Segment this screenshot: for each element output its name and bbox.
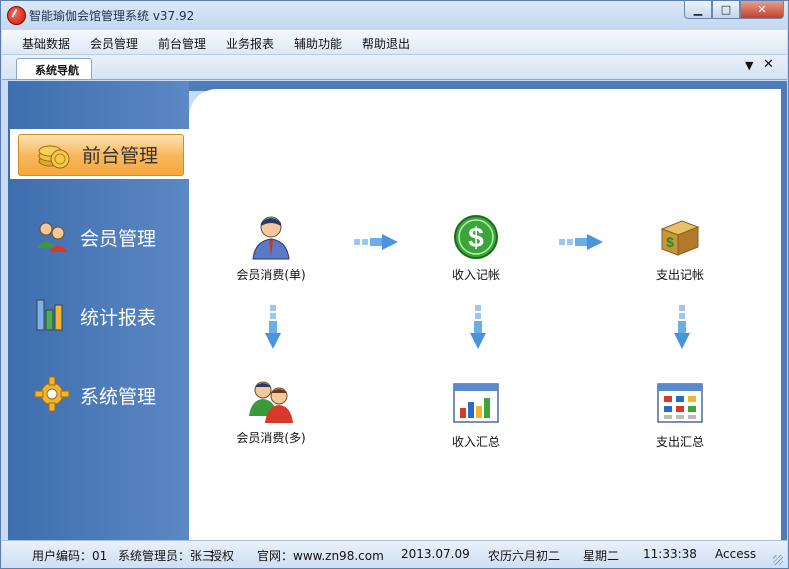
users-icon: [249, 381, 293, 423]
flow-content-area: 会员消费(单) $ 收入记帐 $ 支出记帐 会员消费(多) 收入汇总 支出汇总: [189, 89, 781, 540]
flow-label-member-single: 会员消费(单): [236, 268, 306, 282]
flow-label-expense-record: 支出记帐: [655, 268, 704, 282]
dollar-icon: $: [454, 215, 498, 259]
svg-text:$: $: [468, 222, 484, 253]
flow-label-income-record: 收入记帐: [451, 268, 500, 282]
flow-income-summary[interactable]: 收入汇总: [426, 380, 526, 450]
status-user-code: 用户编码：01: [32, 549, 108, 563]
status-auth: 授权: [210, 549, 235, 563]
arrow-right-icon: [559, 234, 603, 250]
chart-window-icon: [453, 383, 499, 423]
arrow-down-icon: [470, 305, 486, 349]
nav-label-system: 系统管理: [80, 386, 157, 408]
menu-bar: 基础数据 会员管理 前台管理 业务报表 辅助功能 帮助退出: [2, 30, 787, 55]
money-box-icon: $: [660, 220, 700, 256]
flow-expense-summary[interactable]: 支出汇总: [630, 380, 730, 450]
window-title: 智能瑜伽会馆管理系统 v37.92: [29, 9, 195, 23]
menu-business-reports[interactable]: 业务报表: [226, 35, 274, 52]
flow-label-member-multi: 会员消费(多): [236, 431, 306, 445]
users-icon: [37, 222, 68, 252]
coins-icon: [38, 145, 70, 169]
nav-item-front-desk[interactable]: 前台管理: [10, 129, 196, 179]
bar-chart-icon: [36, 299, 63, 331]
arrow-down-icon: [674, 305, 690, 349]
tab-system-nav[interactable]: 系统导航: [16, 58, 92, 79]
person-icon: [252, 216, 290, 260]
title-bar: 智能瑜伽会馆管理系统 v37.92 ▁ □ ✕: [1, 1, 788, 29]
tab-close-icon[interactable]: ✕: [763, 57, 774, 72]
resize-grip[interactable]: [773, 555, 783, 565]
status-weekday: 星期二: [583, 549, 620, 563]
arrow-down-icon: [265, 305, 281, 349]
status-time: 11:33:38: [643, 547, 697, 561]
gear-icon: [34, 376, 70, 412]
menu-basic-data[interactable]: 基础数据: [22, 35, 70, 52]
status-admin: 系统管理员：张三: [118, 549, 215, 563]
tab-label: 系统导航: [35, 64, 79, 77]
nav-item-reports[interactable]: 统计报表: [8, 291, 189, 341]
minimize-button[interactable]: ▁: [684, 1, 712, 19]
status-date: 2013.07.09: [401, 547, 470, 561]
window-controls: ▁ □ ✕: [684, 1, 784, 19]
status-database: Access: [715, 547, 757, 561]
nav-item-member[interactable]: 会员管理: [8, 212, 189, 262]
nav-label-front-desk: 前台管理: [82, 145, 159, 167]
menu-auxiliary[interactable]: 辅助功能: [294, 35, 342, 52]
tab-strip: 系统导航 ▼ ✕: [2, 55, 787, 80]
status-lunar-date: 农历六月初二: [488, 549, 561, 563]
flow-expense-record[interactable]: $ 支出记帐: [630, 213, 730, 283]
status-website: 官网：www.zn98.com: [257, 549, 384, 563]
tab-dropdown-icon[interactable]: ▼: [745, 59, 753, 72]
nav-label-reports: 统计报表: [80, 307, 157, 329]
svg-text:$: $: [666, 234, 674, 250]
maximize-button[interactable]: □: [712, 1, 740, 19]
app-window: 智能瑜伽会馆管理系统 v37.92 ▁ □ ✕ 基础数据 会员管理 前台管理 业…: [0, 0, 789, 569]
status-bar: 用户编码：01 系统管理员：张三 授权 官网：www.zn98.com 2013…: [2, 540, 787, 568]
grid-window-icon: [657, 383, 703, 423]
flow-label-income-summary: 收入汇总: [451, 435, 500, 449]
left-nav-panel: 前台管理 会员管理 统计报表 系统管理: [8, 81, 196, 540]
flow-member-consume-multi[interactable]: 会员消费(多): [221, 376, 321, 446]
flow-member-consume-single[interactable]: 会员消费(单): [221, 213, 321, 283]
flow-income-record[interactable]: $ 收入记帐: [426, 213, 526, 283]
menu-front-desk[interactable]: 前台管理: [158, 35, 206, 52]
app-logo-icon: [7, 6, 26, 25]
flow-label-expense-summary: 支出汇总: [655, 435, 704, 449]
nav-item-system[interactable]: 系统管理: [8, 370, 189, 420]
nav-label-member: 会员管理: [80, 228, 157, 250]
content-right-edge: [781, 81, 787, 540]
menu-member-management[interactable]: 会员管理: [90, 35, 138, 52]
menu-help-exit[interactable]: 帮助退出: [362, 35, 410, 52]
arrow-right-icon: [354, 234, 398, 250]
close-button[interactable]: ✕: [740, 1, 784, 19]
